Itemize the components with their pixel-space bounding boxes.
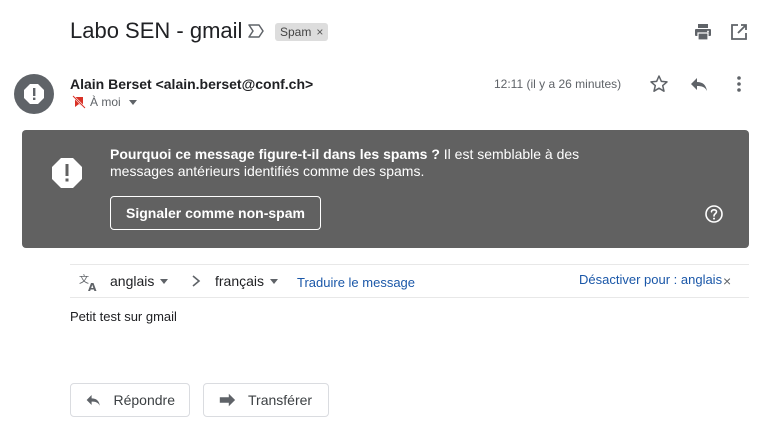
spam-warning-banner: Pourquoi ce message figure-t-il dans les… — [22, 130, 749, 248]
warning-icon — [50, 156, 84, 190]
reply-icon — [86, 395, 100, 406]
disable-translation-link[interactable]: Désactiver pour : anglais — [579, 272, 722, 287]
sender-name[interactable]: Alain Berset <alain.berset@conf.ch> — [70, 76, 313, 92]
not-spam-button[interactable]: Signaler comme non-spam — [110, 196, 321, 230]
message-body: Petit test sur gmail — [70, 309, 177, 324]
forward-label: Transférer — [248, 392, 313, 408]
chevron-right-icon — [190, 274, 202, 293]
recipient-label: À moi — [90, 95, 121, 109]
translate-icon: 文 A — [79, 272, 99, 294]
caret-down-icon — [160, 278, 169, 284]
spam-question: Pourquoi ce message figure-t-il dans les… — [110, 146, 440, 162]
chevron-down-icon — [128, 99, 137, 105]
reply-action-button[interactable]: Répondre — [70, 383, 190, 417]
forward-icon — [219, 393, 236, 407]
more-vert-icon — [737, 76, 741, 92]
sender-avatar[interactable] — [14, 74, 54, 114]
more-options-button[interactable] — [727, 72, 751, 96]
print-button[interactable] — [691, 20, 715, 44]
importance-marker-icon — [72, 95, 86, 109]
open-in-new-window-icon — [731, 24, 747, 40]
star-button[interactable] — [647, 72, 671, 96]
print-icon — [695, 24, 711, 41]
reply-button[interactable] — [687, 72, 711, 96]
spam-label-chip: Spam × — [275, 23, 329, 41]
recipient-dropdown[interactable]: À moi — [72, 95, 137, 109]
spam-explanation: Pourquoi ce message figure-t-il dans les… — [110, 146, 590, 180]
message-time: 12:11 (il y a 26 minutes) — [494, 77, 622, 91]
reply-label: Répondre — [113, 392, 176, 408]
caret-down-icon — [270, 278, 279, 284]
remove-label-button[interactable]: × — [316, 25, 323, 39]
help-icon[interactable] — [704, 204, 724, 224]
forward-action-button[interactable]: Transférer — [203, 383, 329, 417]
star-icon — [650, 75, 668, 92]
open-in-new-window-button[interactable] — [727, 20, 751, 44]
reply-icon — [691, 78, 707, 91]
translate-message-link[interactable]: Traduire le message — [297, 275, 415, 290]
source-language-label: anglais — [110, 273, 155, 289]
close-translate-bar-button[interactable]: × — [723, 273, 731, 289]
target-language-dropdown[interactable]: français — [215, 273, 279, 289]
warning-icon — [24, 84, 44, 104]
source-language-dropdown[interactable]: anglais — [110, 273, 169, 289]
translate-bar: 文 A anglais français Traduire le message… — [70, 264, 749, 298]
spam-label-text: Spam — [280, 25, 312, 39]
label-important-icon[interactable] — [247, 22, 265, 40]
svg-text:A: A — [88, 281, 97, 292]
target-language-label: français — [215, 273, 265, 289]
email-subject: Labo SEN - gmail — [70, 18, 243, 43]
